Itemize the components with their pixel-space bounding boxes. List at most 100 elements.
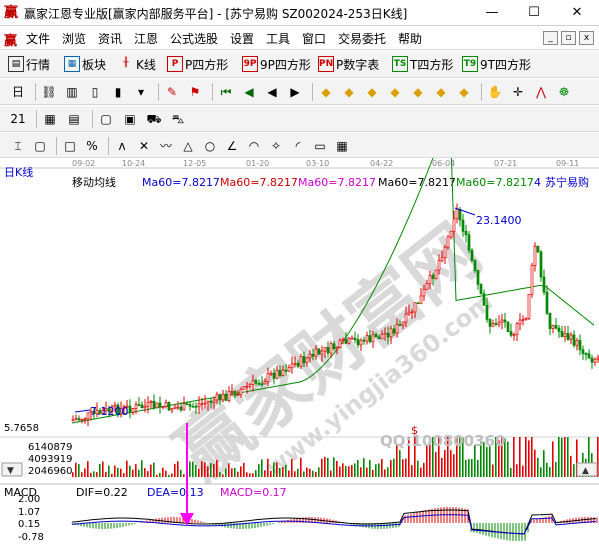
- diamond-down-icon[interactable]: ◆: [410, 84, 426, 100]
- toolbar-separator: [212, 83, 213, 101]
- diamond-both-icon[interactable]: ◆: [364, 84, 380, 100]
- diamond-left-icon[interactable]: ◆: [341, 84, 357, 100]
- gann-icon[interactable]: ☸: [556, 84, 572, 100]
- circle-line-icon[interactable]: ○: [202, 138, 218, 154]
- truck-icon[interactable]: ⛟: [146, 111, 162, 127]
- macd-value: MACD=0.17: [220, 486, 287, 499]
- cross-icon[interactable]: ✕: [136, 138, 152, 154]
- candle-body: [200, 403, 204, 405]
- volume-bar: [420, 467, 422, 477]
- next-icon[interactable]: ▶: [287, 84, 303, 100]
- menu-tools[interactable]: 工具: [266, 30, 290, 47]
- pattern-icon[interactable]: ▢: [32, 138, 48, 154]
- fan-icon[interactable]: ◠: [246, 138, 262, 154]
- star-icon[interactable]: ✧: [268, 138, 284, 154]
- monitor-icon[interactable]: ▣: [122, 111, 138, 127]
- volume-bar: [135, 464, 137, 477]
- p-number-table-button[interactable]: PN P数字表: [318, 55, 379, 73]
- candle-body: [545, 291, 549, 314]
- wave-icon[interactable]: 〰: [158, 138, 174, 154]
- crosshair-icon[interactable]: ✛: [510, 84, 526, 100]
- mdi-minimize-button[interactable]: _: [543, 31, 558, 45]
- candle-body: [317, 348, 321, 355]
- triangle-icon[interactable]: △: [180, 138, 196, 154]
- bar-icon[interactable]: ▮: [110, 84, 126, 100]
- prev-page-icon[interactable]: ◀: [241, 84, 257, 100]
- indicator-icon[interactable]: ⋀: [533, 84, 549, 100]
- sector-button[interactable]: ▦ 板块: [64, 55, 106, 73]
- menu-formula-select[interactable]: 公式选股: [170, 30, 218, 47]
- volume-bar: [543, 450, 545, 477]
- candle-icon[interactable]: ▯: [87, 84, 103, 100]
- app-menu-icon[interactable]: 赢: [4, 30, 17, 49]
- period-icon[interactable]: 日: [10, 84, 26, 100]
- minimize-button[interactable]: —: [470, 0, 514, 26]
- volume-bar: [567, 437, 569, 477]
- volume-bar: [105, 471, 107, 477]
- volume-bar: [411, 465, 413, 477]
- menu-settings[interactable]: 设置: [230, 30, 254, 47]
- volume-bar: [372, 470, 374, 477]
- window-icon[interactable]: ▢: [98, 111, 114, 127]
- p-square-button[interactable]: P P四方形: [167, 55, 228, 73]
- volume-bar: [204, 462, 206, 477]
- mdi-restore-button[interactable]: ▫: [561, 31, 576, 45]
- angle-icon[interactable]: ∠: [224, 138, 240, 154]
- toolbar-separator: [56, 137, 57, 155]
- volume-bar: [357, 460, 359, 477]
- box-icon[interactable]: ▭: [312, 138, 328, 154]
- percent-icon[interactable]: %: [84, 138, 100, 154]
- zigzag-icon[interactable]: ʌ: [114, 138, 130, 154]
- candle-body: [377, 336, 381, 340]
- link-icon[interactable]: ⛓: [41, 84, 57, 100]
- p-chart-icon: P: [167, 56, 183, 72]
- prev-icon[interactable]: ◀: [264, 84, 280, 100]
- grid-icon[interactable]: ▦: [334, 138, 350, 154]
- diamond-plus-icon[interactable]: ◆: [456, 84, 472, 100]
- candle-body: [485, 304, 489, 320]
- hand-icon[interactable]: ✋: [487, 84, 503, 100]
- calendar-icon[interactable]: 21: [10, 111, 26, 127]
- menu-window[interactable]: 窗口: [302, 30, 326, 47]
- menu-trade[interactable]: 交易委托: [338, 30, 386, 47]
- kline-chart[interactable]: 09-02 10-24 12-05 01-20 03-10 04-22 06-04 07-21…: [0, 158, 599, 553]
- menu-browse[interactable]: 浏览: [62, 30, 86, 47]
- 9t-square-button[interactable]: T9 9T四方形: [462, 55, 531, 73]
- square-icon[interactable]: □: [62, 138, 78, 154]
- volume-scroll-down-icon[interactable]: ▼: [7, 466, 14, 476]
- market-button[interactable]: ▤ 行情: [8, 55, 50, 73]
- kline-button[interactable]: ╫ K线: [118, 55, 156, 73]
- candle-body: [413, 302, 417, 313]
- menu-help[interactable]: 帮助: [398, 30, 422, 47]
- volume-bar: [552, 441, 554, 477]
- draw-icon[interactable]: ✎: [164, 84, 180, 100]
- calculator-icon[interactable]: ▦: [42, 111, 58, 127]
- candle-body: [242, 386, 246, 390]
- 9p-square-button[interactable]: 9P 9P四方形: [242, 55, 311, 73]
- menu-gann[interactable]: 江恩: [134, 30, 158, 47]
- candle-body: [329, 343, 333, 354]
- diamond-right-icon[interactable]: ◆: [387, 84, 403, 100]
- chart-type-icon[interactable]: ▥: [64, 84, 80, 100]
- car-icon[interactable]: ⛍: [170, 111, 186, 127]
- diamond-up-icon[interactable]: ◆: [318, 84, 334, 100]
- volume-scroll-up-icon[interactable]: ▲: [582, 466, 589, 476]
- volume-bar: [564, 437, 566, 477]
- candle-body: [467, 234, 471, 251]
- stock-tag: 4: [534, 176, 541, 189]
- first-icon[interactable]: ⏮: [218, 84, 234, 100]
- flag-icon[interactable]: ⚑: [187, 84, 203, 100]
- t-square-button[interactable]: TS T四方形: [392, 55, 453, 73]
- mdi-close-button[interactable]: x: [579, 31, 594, 45]
- close-button[interactable]: ✕: [555, 0, 599, 26]
- maximize-button[interactable]: ☐: [512, 0, 556, 26]
- candle-body: [170, 408, 174, 411]
- diamond-x-icon[interactable]: ◆: [433, 84, 449, 100]
- pointer-icon[interactable]: ⌶: [10, 138, 26, 154]
- dropdown-icon[interactable]: ▾: [133, 84, 149, 100]
- table-icon[interactable]: ▤: [66, 111, 82, 127]
- volume-bar: [192, 461, 194, 477]
- arc-icon[interactable]: ◜: [290, 138, 306, 154]
- menu-file[interactable]: 文件: [26, 30, 50, 47]
- menu-news[interactable]: 资讯: [98, 30, 122, 47]
